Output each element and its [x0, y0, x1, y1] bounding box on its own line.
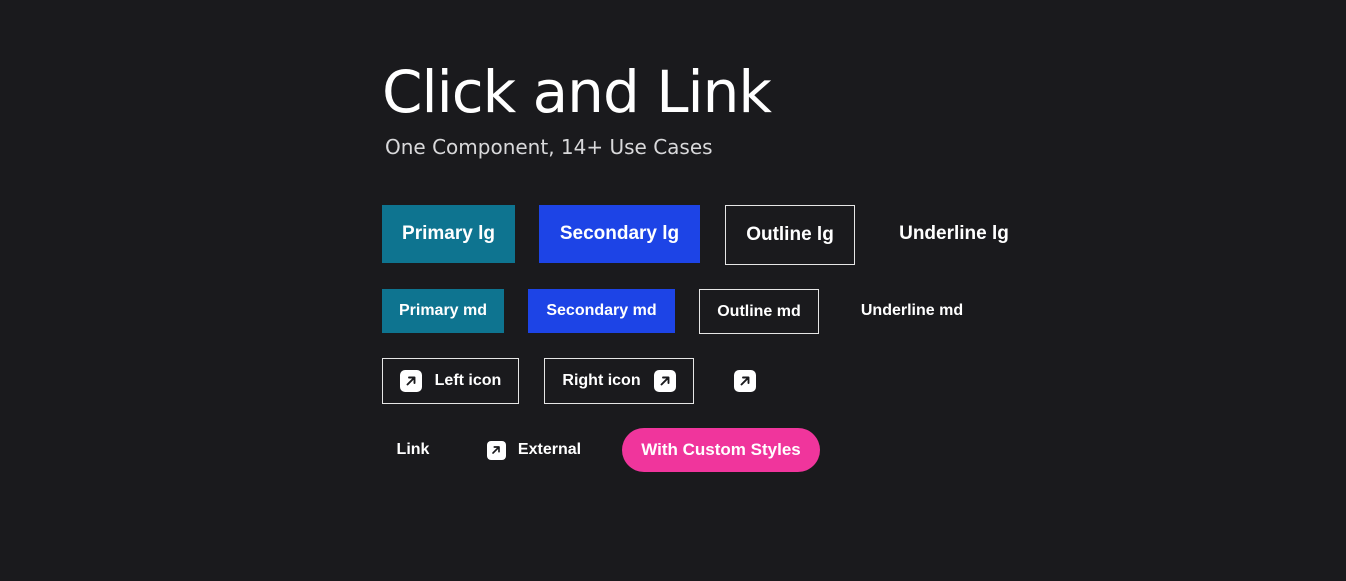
underline-lg-button[interactable]: Underline lg: [886, 205, 1022, 263]
left-icon-label: Left icon: [434, 372, 502, 389]
external-label: External: [517, 441, 582, 458]
arrow-up-right-icon: [653, 370, 676, 392]
link-label: Link: [396, 441, 430, 458]
secondary-md-label: Secondary md: [546, 302, 657, 319]
primary-md-button[interactable]: Primary md: [382, 289, 504, 333]
secondary-lg-button[interactable]: Secondary lg: [539, 205, 700, 263]
arrow-up-right-icon: [399, 370, 422, 392]
underline-md-label: Underline md: [860, 302, 964, 319]
arrow-up-right-icon: [486, 440, 506, 460]
right-icon-label: Right icon: [562, 372, 641, 389]
secondary-md-button[interactable]: Secondary md: [528, 289, 675, 333]
primary-lg-label: Primary lg: [402, 223, 495, 244]
icon-only-button[interactable]: [725, 360, 765, 402]
outline-md-button[interactable]: Outline md: [699, 289, 819, 334]
external-link-button[interactable]: External: [472, 428, 596, 472]
outline-md-label: Outline md: [717, 302, 801, 320]
page-subtitle: One Component, 14+ Use Cases: [385, 135, 713, 159]
custom-styles-label: With Custom Styles: [641, 440, 801, 459]
primary-lg-button[interactable]: Primary lg: [382, 205, 515, 263]
primary-md-label: Primary md: [398, 302, 488, 319]
custom-styles-button[interactable]: With Custom Styles: [622, 428, 820, 472]
page-title: Click and Link: [382, 58, 772, 126]
underline-md-button[interactable]: Underline md: [846, 289, 978, 333]
left-icon-button[interactable]: Left icon: [382, 358, 519, 404]
secondary-lg-label: Secondary lg: [559, 223, 680, 244]
outline-lg-button[interactable]: Outline lg: [725, 205, 855, 265]
arrow-up-right-icon: [734, 370, 756, 392]
link-button[interactable]: Link: [382, 428, 444, 472]
outline-lg-label: Outline lg: [746, 224, 834, 245]
underline-lg-label: Underline lg: [899, 223, 1009, 244]
right-icon-button[interactable]: Right icon: [544, 358, 694, 404]
